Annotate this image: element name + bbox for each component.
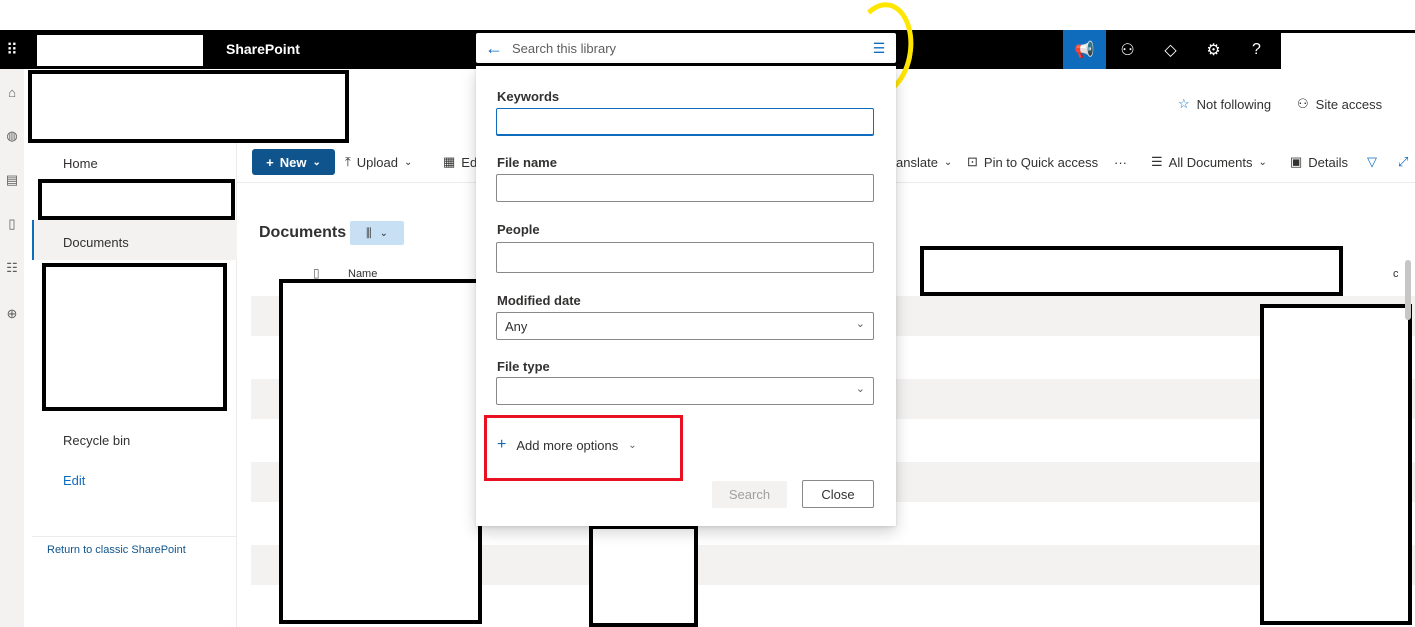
chevron-down-icon: ⌄ — [855, 318, 865, 330]
keywords-input[interactable] — [496, 108, 874, 136]
file-name-input[interactable] — [496, 174, 874, 202]
redacted-cell — [589, 525, 698, 627]
not-following-button[interactable]: ☆ Not following — [1178, 96, 1271, 112]
chevron-down-icon: ⌄ — [1258, 156, 1267, 168]
upload-button[interactable]: ⤒ Upload ⌄ — [345, 150, 412, 174]
details-icon: ▣ — [1290, 154, 1303, 169]
column-header-partial[interactable]: c — [1393, 268, 1399, 280]
chevron-down-icon: ⌄ — [403, 156, 413, 168]
return-classic-link[interactable]: Return to classic SharePoint — [47, 544, 186, 556]
redacted-names-column — [279, 279, 482, 624]
site-access-button[interactable]: ⚇ Site access — [1297, 96, 1382, 112]
translate-label: anslate — [896, 154, 938, 170]
search-placeholder[interactable]: Search this library — [512, 41, 862, 56]
people-icon[interactable]: ⚇ — [1106, 30, 1149, 69]
redacted-nav-item — [38, 179, 235, 220]
more-actions-button[interactable]: ··· — [1114, 150, 1127, 174]
pin-label: Pin to Quick access — [983, 154, 1099, 170]
edit-grid-label: Ed — [461, 154, 478, 170]
library-icon: ⫼ — [366, 225, 372, 240]
redacted-column-headers — [920, 246, 1343, 296]
redacted-right-column — [1260, 304, 1412, 625]
new-button[interactable]: + New ⌄ — [252, 149, 335, 175]
file-name-label: File name — [497, 155, 557, 170]
globe-icon[interactable]: ◍ — [0, 124, 24, 148]
people-label: People — [497, 222, 540, 237]
pin-quick-access-button[interactable]: ⊡ Pin to Quick access — [967, 150, 1098, 174]
people-input[interactable] — [496, 242, 874, 273]
filter-pane-icon[interactable]: ▽ — [1367, 150, 1377, 174]
details-button[interactable]: ▣ Details — [1290, 150, 1348, 174]
grid-icon: ▦ — [443, 154, 456, 169]
news-icon[interactable]: ▤ — [0, 168, 24, 192]
redacted-account — [1281, 33, 1415, 69]
gear-icon[interactable]: ⚙ — [1192, 30, 1235, 69]
upload-icon: ⤒ — [345, 154, 351, 169]
chevron-down-icon: ⌄ — [855, 383, 865, 395]
site-access-label: Site access — [1315, 96, 1383, 112]
left-rail — [0, 69, 24, 627]
app-launcher-icon[interactable]: ⠿ — [0, 30, 24, 69]
nav-divider — [32, 536, 237, 537]
search-box[interactable]: ← Search this library ☰ — [476, 33, 896, 63]
view-list-icon: ☰ — [1151, 154, 1163, 169]
plus-icon: + — [266, 154, 274, 170]
modified-date-dropdown[interactable]: Any ⌄ — [496, 312, 874, 340]
edit-grid-button[interactable]: ▦ Ed — [443, 150, 477, 174]
chevron-down-icon: ⌄ — [312, 156, 321, 168]
nav-item-home[interactable]: Home — [63, 156, 98, 171]
red-highlight-box — [484, 415, 683, 481]
home-icon[interactable]: ⌂ — [0, 80, 24, 104]
nav-item-recycle-bin[interactable]: Recycle bin — [63, 433, 130, 448]
expand-icon[interactable]: ⤢ — [1398, 150, 1408, 174]
scrollbar[interactable] — [1405, 260, 1411, 320]
library-title: Documents — [259, 224, 347, 241]
more-icon: ··· — [1114, 154, 1127, 170]
file-type-dropdown[interactable]: ⌄ — [496, 377, 874, 405]
nav-edit-link[interactable]: Edit — [63, 473, 85, 488]
library-view-button[interactable]: ⫼ ⌄ — [350, 221, 404, 245]
search-button[interactable]: Search — [712, 481, 787, 508]
modified-date-label: Modified date — [497, 293, 581, 308]
redacted-site-header — [28, 70, 349, 143]
keywords-label: Keywords — [497, 89, 560, 104]
nav-item-documents[interactable]: Documents — [63, 235, 129, 250]
pin-icon: ⊡ — [967, 154, 978, 169]
app-title[interactable]: SharePoint — [226, 30, 300, 69]
not-following-label: Not following — [1196, 96, 1272, 112]
file-icon[interactable]: ▯ — [0, 212, 24, 236]
code-icon[interactable]: ◇ — [1149, 30, 1192, 69]
file-type-label: File type — [497, 359, 550, 374]
view-label: All Documents — [1168, 154, 1253, 170]
close-button[interactable]: Close — [802, 480, 874, 508]
back-arrow-icon[interactable]: ← — [476, 38, 512, 59]
star-icon: ☆ — [1178, 96, 1190, 111]
megaphone-icon[interactable]: 📢 — [1063, 30, 1106, 69]
chevron-down-icon: ⌄ — [943, 156, 953, 168]
help-icon[interactable]: ? — [1235, 30, 1278, 69]
list-icon[interactable]: ☷ — [0, 256, 24, 280]
translate-button[interactable]: anslate ⌄ — [896, 150, 952, 174]
view-switcher[interactable]: ☰ All Documents ⌄ — [1151, 150, 1267, 174]
upload-label: Upload — [356, 154, 398, 170]
chevron-down-icon: ⌄ — [379, 227, 388, 239]
create-icon[interactable]: ⊕ — [0, 302, 24, 326]
details-label: Details — [1308, 154, 1349, 170]
file-type-column-icon[interactable]: ▯ — [313, 266, 320, 280]
redacted-nav-items — [42, 263, 227, 411]
modified-date-value: Any — [505, 318, 528, 334]
new-label: New — [279, 154, 307, 170]
site-access-icon: ⚇ — [1297, 96, 1309, 111]
redacted-logo — [37, 35, 203, 66]
